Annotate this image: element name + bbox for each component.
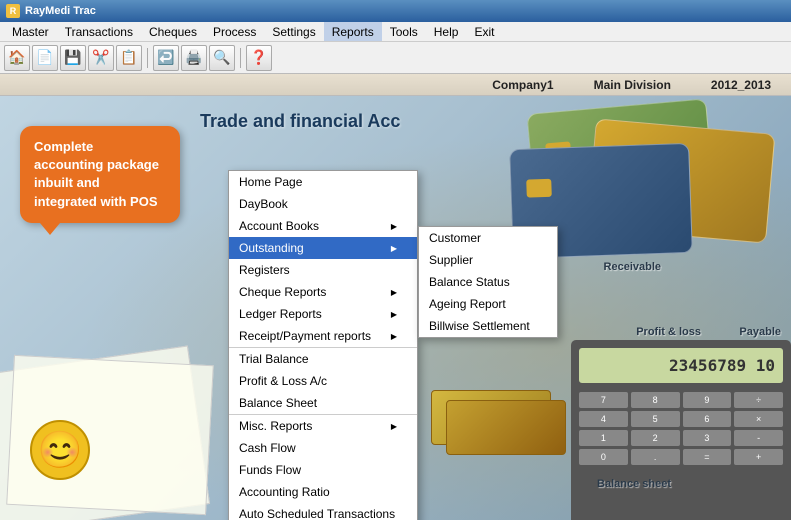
- menu-item-daybook[interactable]: DayBook: [229, 193, 417, 215]
- calc-btn-add[interactable]: +: [734, 449, 783, 465]
- submenu-balance-status[interactable]: Balance Status: [419, 271, 557, 293]
- calculator: 23456789 10 7 8 9 ÷ 4 5 6 × 1 2 3 - 0 . …: [571, 340, 791, 520]
- menu-item-accounting-ratio[interactable]: Accounting Ratio: [229, 481, 417, 503]
- toolbar-undo[interactable]: ↩️: [153, 45, 179, 71]
- toolbar-home[interactable]: 🏠: [4, 45, 30, 71]
- menu-master[interactable]: Master: [4, 22, 57, 41]
- submenu-ageing-report[interactable]: Ageing Report: [419, 293, 557, 315]
- menu-settings[interactable]: Settings: [264, 22, 323, 41]
- outstanding-submenu: Customer Supplier Balance Status Ageing …: [418, 226, 558, 338]
- division-name: Main Division: [594, 78, 671, 92]
- calc-btn-8[interactable]: 8: [631, 392, 680, 408]
- reports-dropdown: Home Page DayBook Account Books ▶ Outsta…: [228, 170, 418, 520]
- main-title: Trade and financial Acc: [200, 111, 400, 132]
- calc-btn-div[interactable]: ÷: [734, 392, 783, 408]
- main-content: ABSA VISA ATEI 23456789 10 7 8 9 ÷ 4 5 6…: [0, 96, 791, 520]
- smiley-face: 😊: [30, 420, 90, 480]
- calc-btn-9[interactable]: 9: [683, 392, 732, 408]
- menu-item-registers[interactable]: Registers: [229, 259, 417, 281]
- submenu-supplier[interactable]: Supplier: [419, 249, 557, 271]
- calc-buttons: 7 8 9 ÷ 4 5 6 × 1 2 3 - 0 . = +: [571, 388, 791, 469]
- account-books-arrow: ▶: [391, 222, 397, 231]
- toolbar-search[interactable]: 🔍: [209, 45, 235, 71]
- outstanding-arrow: ▶: [391, 244, 397, 253]
- papers-area: [0, 320, 250, 520]
- label-balance-sheet: Balance sheet: [597, 478, 671, 490]
- menu-item-profit-loss[interactable]: Profit & Loss A/c: [229, 370, 417, 392]
- menu-item-outstanding[interactable]: Outstanding ▶ Customer Supplier Balance …: [229, 237, 417, 259]
- calc-btn-4[interactable]: 4: [579, 411, 628, 427]
- submenu-customer[interactable]: Customer: [419, 227, 557, 249]
- calc-btn-3[interactable]: 3: [683, 430, 732, 446]
- banknote-2: [446, 400, 566, 455]
- receipt-payment-arrow: ▶: [391, 332, 397, 341]
- menu-item-balance-sheet[interactable]: Balance Sheet: [229, 392, 417, 414]
- toolbar-new[interactable]: 📄: [32, 45, 58, 71]
- menu-item-home-page[interactable]: Home Page: [229, 171, 417, 193]
- menu-item-misc-reports[interactable]: Misc. Reports ▶: [229, 414, 417, 437]
- label-receivable: Receivable: [604, 261, 661, 273]
- ledger-reports-arrow: ▶: [391, 310, 397, 319]
- app-icon: R: [6, 4, 20, 18]
- calc-btn-sub[interactable]: -: [734, 430, 783, 446]
- menu-item-trial-balance[interactable]: Trial Balance: [229, 347, 417, 370]
- toolbar-sep1: [147, 48, 148, 68]
- calc-btn-0[interactable]: 0: [579, 449, 628, 465]
- menu-reports[interactable]: Reports: [324, 22, 382, 41]
- menu-item-auto-scheduled[interactable]: Auto Scheduled Transactions: [229, 503, 417, 520]
- company-name: Company1: [492, 78, 553, 92]
- menu-item-account-books[interactable]: Account Books ▶: [229, 215, 417, 237]
- submenu-billwise[interactable]: Billwise Settlement: [419, 315, 557, 337]
- menu-process[interactable]: Process: [205, 22, 264, 41]
- toolbar-help[interactable]: ❓: [246, 45, 272, 71]
- fiscal-year: 2012_2013: [711, 78, 771, 92]
- info-bar: Company1 Main Division 2012_2013: [0, 74, 791, 96]
- menu-exit[interactable]: Exit: [466, 22, 502, 41]
- menu-tools[interactable]: Tools: [382, 22, 426, 41]
- menu-item-cash-flow[interactable]: Cash Flow: [229, 437, 417, 459]
- title-bar: R RayMedi Trac: [0, 0, 791, 22]
- calc-btn-eq[interactable]: =: [683, 449, 732, 465]
- menu-bar: Master Transactions Cheques Process Sett…: [0, 22, 791, 42]
- app-title: RayMedi Trac: [25, 5, 96, 17]
- calc-btn-6[interactable]: 6: [683, 411, 732, 427]
- menu-help[interactable]: Help: [426, 22, 467, 41]
- menu-item-funds-flow[interactable]: Funds Flow: [229, 459, 417, 481]
- toolbar-print[interactable]: 🖨️: [181, 45, 207, 71]
- calc-btn-dot[interactable]: .: [631, 449, 680, 465]
- calc-screen: 23456789 10: [579, 348, 783, 383]
- toolbar: 🏠 📄 💾 ✂️ 📋 ↩️ 🖨️ 🔍 ❓: [0, 42, 791, 74]
- label-profit-loss: Profit & loss: [636, 326, 701, 338]
- money-area: [431, 390, 571, 460]
- cheque-reports-arrow: ▶: [391, 288, 397, 297]
- toolbar-paste[interactable]: 📋: [116, 45, 142, 71]
- toolbar-sep2: [240, 48, 241, 68]
- calc-display: 23456789 10: [669, 356, 775, 375]
- calc-btn-5[interactable]: 5: [631, 411, 680, 427]
- calc-btn-mul[interactable]: ×: [734, 411, 783, 427]
- info-bubble: Complete accounting package inbuilt and …: [20, 126, 180, 223]
- calc-btn-2[interactable]: 2: [631, 430, 680, 446]
- label-payable: Payable: [739, 326, 781, 338]
- menu-transactions[interactable]: Transactions: [57, 22, 141, 41]
- calc-btn-7[interactable]: 7: [579, 392, 628, 408]
- reports-menu: Home Page DayBook Account Books ▶ Outsta…: [228, 170, 418, 520]
- menu-item-cheque-reports[interactable]: Cheque Reports ▶: [229, 281, 417, 303]
- misc-reports-arrow: ▶: [391, 422, 397, 431]
- menu-item-receipt-payment[interactable]: Receipt/Payment reports ▶: [229, 325, 417, 347]
- calc-btn-1[interactable]: 1: [579, 430, 628, 446]
- menu-item-ledger-reports[interactable]: Ledger Reports ▶: [229, 303, 417, 325]
- menu-cheques[interactable]: Cheques: [141, 22, 205, 41]
- toolbar-save[interactable]: 💾: [60, 45, 86, 71]
- card-chip-blue: [526, 179, 552, 198]
- toolbar-cut[interactable]: ✂️: [88, 45, 114, 71]
